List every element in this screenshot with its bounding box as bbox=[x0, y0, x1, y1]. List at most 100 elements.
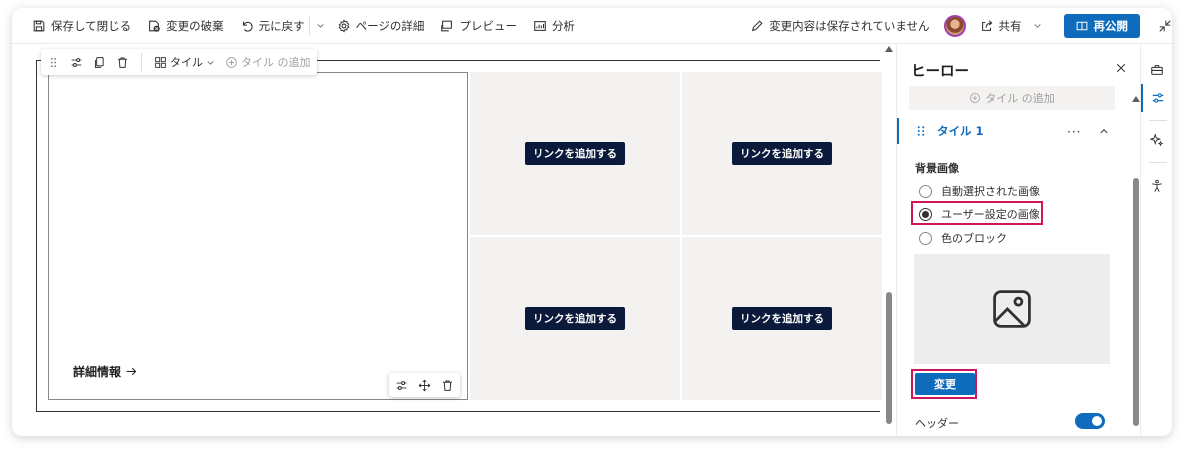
settings-sliders-icon bbox=[1152, 93, 1164, 103]
collapse-icon[interactable] bbox=[1158, 19, 1172, 33]
duplicate-icon[interactable] bbox=[93, 56, 106, 69]
tile-layout-label: タイル bbox=[170, 56, 203, 69]
more-info-label: 詳細情報 bbox=[73, 365, 122, 379]
more-info-link[interactable]: 詳細情報 bbox=[73, 363, 138, 380]
preview-button[interactable]: プレビュー bbox=[432, 12, 525, 40]
chevron-down-icon bbox=[1033, 24, 1041, 28]
scroll-up-icon[interactable] bbox=[1132, 96, 1140, 102]
preview-label: プレビュー bbox=[459, 18, 517, 33]
radio-label: ユーザー設定の画像 bbox=[941, 208, 1040, 221]
image-placeholder-icon bbox=[993, 290, 1031, 328]
unsaved-status: 変更内容は保存されていません bbox=[742, 12, 937, 40]
move-icon[interactable] bbox=[418, 379, 431, 392]
header-toggle[interactable] bbox=[1075, 413, 1105, 429]
canvas-scrollbar[interactable] bbox=[884, 46, 894, 426]
chevron-down-icon bbox=[207, 60, 214, 65]
discard-button[interactable]: 変更の破棄 bbox=[139, 12, 232, 40]
undo-button[interactable]: 元に戻す bbox=[232, 12, 307, 40]
add-link-button[interactable]: リンクを追加する bbox=[525, 307, 625, 330]
chevron-up-icon[interactable] bbox=[1099, 126, 1109, 136]
book-icon bbox=[1076, 21, 1087, 30]
undo-dropdown[interactable] bbox=[312, 12, 329, 40]
radio-circle[interactable] bbox=[919, 184, 932, 198]
add-tile-label: タイル の追加 bbox=[241, 56, 311, 69]
toolbox-icon bbox=[1151, 65, 1163, 75]
add-link-button[interactable]: リンクを追加する bbox=[732, 307, 832, 330]
tile-1-row[interactable]: タイル 1 ··· bbox=[897, 118, 1119, 144]
undo-label: 元に戻す bbox=[258, 18, 305, 33]
analytics-label: 分析 bbox=[551, 18, 575, 33]
scrollbar-thumb[interactable] bbox=[886, 292, 892, 424]
page-details-button[interactable]: ページの詳細 bbox=[329, 12, 433, 40]
analytics-button[interactable]: 分析 bbox=[525, 12, 583, 40]
right-rail bbox=[1140, 44, 1172, 436]
add-circle-icon bbox=[226, 56, 237, 68]
delete-icon[interactable] bbox=[116, 56, 129, 69]
hero-tile[interactable]: リンクを追加する bbox=[470, 72, 680, 235]
settings-sliders-icon[interactable] bbox=[70, 56, 83, 69]
tile-1-label: タイル 1 bbox=[937, 124, 984, 138]
close-icon[interactable] bbox=[1115, 62, 1127, 74]
pane-add-tile-label: タイル の追加 bbox=[985, 92, 1055, 105]
radio-custom-image[interactable]: ユーザー設定の画像 bbox=[919, 206, 1040, 222]
radio-circle[interactable] bbox=[919, 207, 932, 221]
more-options-icon[interactable]: ··· bbox=[1067, 125, 1081, 139]
share-button[interactable]: 共有 bbox=[972, 12, 1050, 40]
rail-accessibility[interactable] bbox=[1141, 172, 1172, 200]
sparkle-icon bbox=[1150, 133, 1164, 147]
radio-color-block[interactable]: 色のブロック bbox=[919, 230, 1007, 246]
republish-label: 再公開 bbox=[1093, 18, 1129, 33]
add-link-button[interactable]: リンクを追加する bbox=[732, 142, 832, 165]
save-close-label: 保存して閉じる bbox=[51, 18, 132, 33]
rail-toolbox[interactable] bbox=[1141, 56, 1172, 84]
header-label: ヘッダー bbox=[915, 417, 959, 430]
republish-button[interactable]: 再公開 bbox=[1063, 13, 1140, 38]
save-icon bbox=[33, 20, 45, 31]
save-close-button[interactable]: 保存して閉じる bbox=[12, 12, 139, 40]
delete-icon[interactable] bbox=[441, 379, 454, 392]
share-label: 共有 bbox=[998, 18, 1022, 33]
page-canvas: タイル タイル の追加 詳細情報 リンクを追加する リンクを追加する リンクを追… bbox=[12, 44, 882, 436]
page-details-label: ページの詳細 bbox=[355, 18, 425, 33]
drag-handle-icon[interactable] bbox=[915, 125, 927, 137]
discard-label: 変更の破棄 bbox=[166, 18, 224, 33]
rail-properties[interactable] bbox=[1141, 84, 1172, 112]
property-pane: ヒーロー タイル の追加 タイル 1 ··· 背景画像 自動選択された画像 ユー… bbox=[896, 44, 1140, 436]
radio-circle[interactable] bbox=[919, 231, 932, 245]
divider bbox=[1149, 120, 1167, 121]
hero-tile[interactable]: リンクを追加する bbox=[470, 237, 680, 400]
section-toolbar: タイル タイル の追加 bbox=[41, 49, 317, 75]
add-link-button[interactable]: リンクを追加する bbox=[525, 142, 625, 165]
command-bar: 保存して閉じる 変更の破棄 元に戻す ページの詳細 プレビュー 分析 変更内容は… bbox=[12, 8, 1172, 44]
preview-icon bbox=[441, 20, 453, 31]
image-preview bbox=[914, 254, 1110, 364]
rail-design-ideas[interactable] bbox=[1141, 126, 1172, 154]
grid-icon bbox=[155, 56, 166, 68]
undo-icon bbox=[242, 21, 253, 32]
add-circle-icon bbox=[970, 93, 981, 103]
change-image-button[interactable]: 変更 bbox=[915, 373, 975, 395]
settings-sliders-icon[interactable] bbox=[395, 379, 408, 392]
tile-layout-dropdown[interactable]: タイル bbox=[154, 54, 215, 70]
commandbar-right: 変更内容は保存されていません 共有 再公開 bbox=[742, 8, 1172, 44]
hero-tile[interactable]: リンクを追加する bbox=[682, 72, 882, 235]
pencil-icon bbox=[752, 19, 763, 31]
background-image-label: 背景画像 bbox=[915, 162, 959, 175]
add-tile-button[interactable]: タイル の追加 bbox=[225, 54, 311, 70]
hero-tile[interactable]: リンクを追加する bbox=[682, 237, 882, 400]
drag-handle-icon[interactable] bbox=[47, 56, 60, 69]
hero-main-tile[interactable]: 詳細情報 bbox=[48, 72, 468, 400]
accessibility-icon bbox=[1152, 179, 1162, 192]
scroll-up-icon[interactable] bbox=[885, 46, 893, 52]
divider bbox=[1149, 162, 1167, 163]
avatar[interactable] bbox=[943, 14, 966, 37]
scrollbar-thumb[interactable] bbox=[1133, 178, 1139, 426]
pane-title: ヒーロー bbox=[911, 64, 969, 80]
radio-label: 色のブロック bbox=[941, 232, 1007, 245]
radio-label: 自動選択された画像 bbox=[941, 185, 1040, 198]
radio-auto-image[interactable]: 自動選択された画像 bbox=[919, 183, 1040, 199]
pane-add-tile-button[interactable]: タイル の追加 bbox=[909, 86, 1115, 110]
gear-icon bbox=[338, 18, 349, 33]
divider bbox=[308, 16, 310, 35]
sharepoint-editor-window: 保存して閉じる 変更の破棄 元に戻す ページの詳細 プレビュー 分析 変更内容は… bbox=[12, 8, 1172, 436]
